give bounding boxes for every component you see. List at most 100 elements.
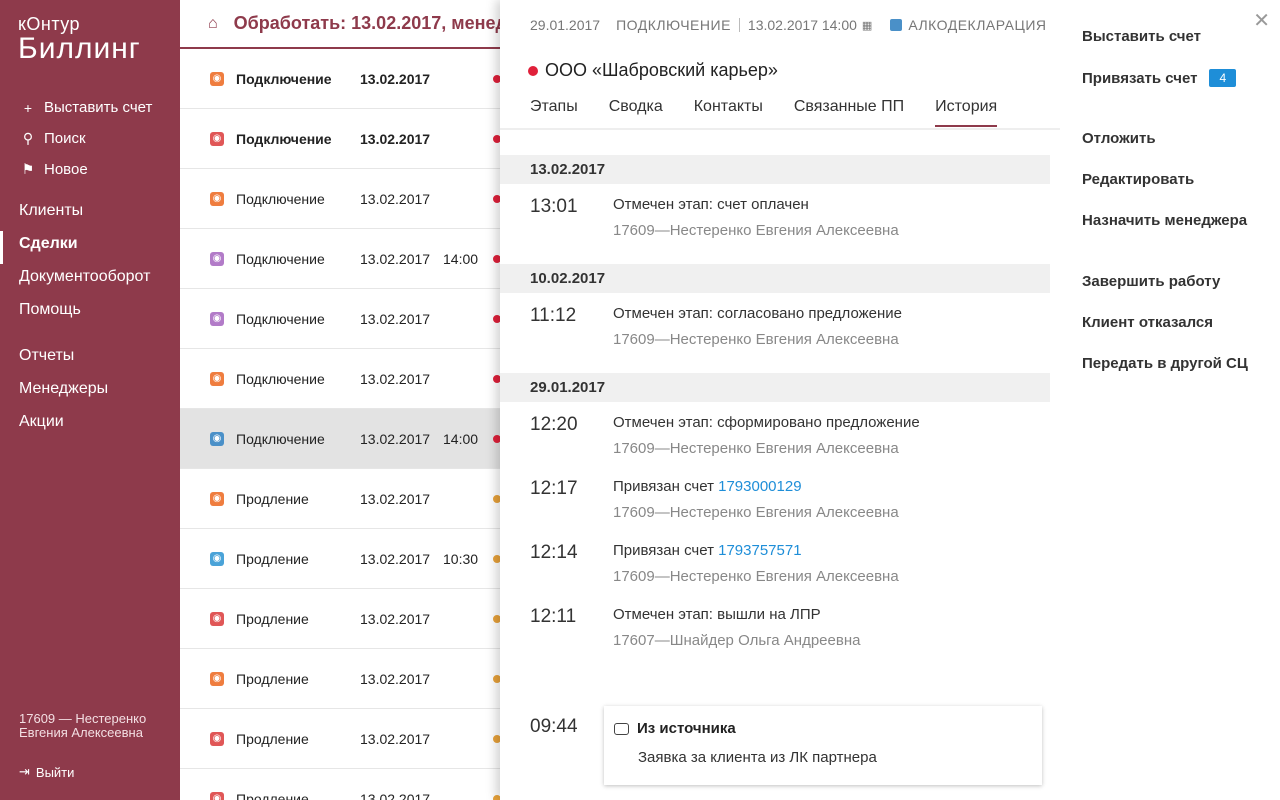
tab-3[interactable]: Связанные ПП <box>794 98 904 127</box>
sidebar-item[interactable]: Документооборот <box>0 264 180 297</box>
tab-4[interactable]: История <box>935 98 998 127</box>
deal-type: Подключение <box>236 70 332 87</box>
deal-row[interactable]: ◉ Подключение 13.02.2017 <box>180 109 500 169</box>
deal-type-icon: ◉ <box>210 791 224 800</box>
logout-label: Выйти <box>35 764 75 780</box>
deal-date: 13.02.2017 <box>360 250 431 267</box>
invoice-link[interactable]: 1793000129 <box>718 478 801 495</box>
deal-type: Продление <box>236 730 309 747</box>
sidebar-item[interactable]: Клиенты <box>0 198 180 231</box>
deal-type: Подключение <box>236 370 325 387</box>
action-label: Завершить работу <box>1082 273 1221 290</box>
deal-date: 13.02.2017 <box>360 490 431 507</box>
action-1[interactable]: Привязать счет 4 <box>1082 69 1237 87</box>
history-entry: 12:14 Привязан счет 1793757571 17609—Несте… <box>500 530 1060 594</box>
logo[interactable]: кОнтур Биллинг <box>18 14 141 65</box>
history-author: 17609—Нестеренко Евгения Алексеевна <box>613 568 899 585</box>
deal-row[interactable]: ◉ Подключение 13.02.2017 <box>180 169 500 229</box>
action-3[interactable]: Редактировать <box>1082 171 1194 188</box>
deal-row[interactable]: ◉ Продление 13.02.2017 <box>180 589 500 649</box>
deal-type: Продление <box>236 610 309 627</box>
history-text-label: Отмечен этап: вышли на ЛПР <box>613 606 821 623</box>
action-label: Отложить <box>1082 130 1156 147</box>
calendar-icon[interactable]: ▦ <box>862 19 872 32</box>
history-time: 12:17 <box>530 478 578 499</box>
action-5[interactable]: Завершить работу <box>1082 273 1220 290</box>
history-gap <box>500 248 1060 264</box>
deal-date: 13.02.2017 <box>360 610 431 627</box>
deal-row[interactable]: ◉ Продление 13.02.2017 10:30 <box>180 529 500 589</box>
sidebar: кОнтур Биллинг + Выставить счет ⚲ Поиск ⚑ Нов… <box>0 0 180 800</box>
action-6[interactable]: Клиент отказался <box>1082 314 1213 331</box>
action-label: Привязать счет <box>1082 69 1198 87</box>
deal-type-icon: ◉ <box>210 611 224 626</box>
history-time: 12:11 <box>530 606 577 627</box>
deal-date: 13.02.2017 <box>360 70 431 87</box>
deal-row[interactable]: ◉ Подключение 13.02.2017 <box>180 49 500 109</box>
deal-type: Продление <box>236 670 309 687</box>
history-text: Отмечен этап: вышли на ЛПР <box>613 606 821 623</box>
deal-row[interactable]: ◉ Продление 13.02.2017 <box>180 469 500 529</box>
source-card: Из источника Заявка за клиента из ЛК пар… <box>604 706 1042 785</box>
action-label: Передать в другой СЦ <box>1082 355 1248 372</box>
sidebar-action-flag[interactable]: ⚑ Новое <box>20 154 152 185</box>
deal-row[interactable]: ◉ Продление 13.02.2017 <box>180 709 500 769</box>
history-entry: 11:12 Отмечен этап: согласовано предложен… <box>500 293 1060 357</box>
deal-status-dot <box>493 554 500 563</box>
action-7[interactable]: Передать в другой СЦ <box>1082 355 1248 372</box>
sidebar-action-label: Новое <box>44 161 88 178</box>
source-title-label: Из источника <box>637 720 736 737</box>
deal-type-icon: ◉ <box>210 251 224 266</box>
tab-2[interactable]: Контакты <box>694 98 763 127</box>
deal-row[interactable]: ◉ Подключение 13.02.2017 14:00 <box>180 409 500 469</box>
deal-type: Подключение <box>236 190 325 207</box>
action-0[interactable]: Выставить счет <box>1082 28 1201 45</box>
sidebar-action-plus[interactable]: + Выставить счет <box>20 92 153 123</box>
list-header: ⌂ Обработать: 13.02.2017, менеджер <box>180 0 500 49</box>
tab-1[interactable]: Сводка <box>609 98 663 127</box>
deal-type-icon: ◉ <box>210 551 224 566</box>
product-icon <box>890 19 903 31</box>
history-text: Привязан счет 1793000129 <box>613 478 802 495</box>
deal-row[interactable]: ◉ Подключение 13.02.2017 <box>180 349 500 409</box>
sidebar-item[interactable]: Менеджеры <box>0 376 180 409</box>
deal-status-dot <box>493 494 500 503</box>
deal-type-icon: ◉ <box>210 671 224 686</box>
tab-0[interactable]: Этапы <box>530 98 578 127</box>
invoice-link[interactable]: 1793757571 <box>718 542 801 559</box>
deal-date: 13.02.2017 <box>360 670 431 687</box>
deal-status-dot <box>493 314 500 323</box>
deal-status-dot <box>493 374 500 383</box>
history-text-label: Привязан счет <box>613 542 719 559</box>
sidebar-item[interactable]: Помощь <box>0 297 180 330</box>
close-icon[interactable]: ✕ <box>1253 8 1270 33</box>
action-2[interactable]: Отложить <box>1082 130 1156 147</box>
sidebar-nav: Клиенты Сделки Документооборот Помощь Отчеты… <box>0 198 180 442</box>
deal-row[interactable]: ◉ Подключение 13.02.2017 14:00 <box>180 229 500 289</box>
deal-row[interactable]: ◉ Продление 13.02.2017 <box>180 649 500 709</box>
logout-link[interactable]: ⇥ Выйти <box>19 764 74 780</box>
history-time: 12:14 <box>530 542 578 563</box>
deal-type: Подключение <box>236 310 325 327</box>
flag-icon: ⚑ <box>21 161 35 177</box>
history-text: Отмечен этап: счет оплачен <box>613 196 809 213</box>
deal-status-dot <box>493 194 500 203</box>
history-text-label: Привязан счет <box>613 478 719 495</box>
deal-status-dot <box>493 734 500 743</box>
sidebar-item[interactable]: Отчеты <box>0 343 180 376</box>
deal-status-dot <box>493 674 500 683</box>
home-icon[interactable]: ⌂ <box>208 15 218 33</box>
deal-time: 14:00 <box>443 250 479 267</box>
history-entry: 12:17 Привязан счет 1793000129 17609—Несте… <box>500 466 1060 530</box>
sidebar-action-label: Поиск <box>44 130 86 147</box>
logo-product: Биллинг <box>18 32 141 65</box>
sidebar-item[interactable]: Акции <box>0 409 180 442</box>
action-4[interactable]: Назначить менеджера <box>1082 212 1247 229</box>
sidebar-item[interactable]: Сделки <box>0 231 180 264</box>
sidebar-action-search[interactable]: ⚲ Поиск <box>20 123 152 154</box>
deal-row[interactable]: ◉ Продление 13.02.2017 <box>180 769 500 800</box>
deal-row[interactable]: ◉ Подключение 13.02.2017 <box>180 289 500 349</box>
invoice-count-badge: 4 <box>1209 69 1237 87</box>
deal-kind: Подключение <box>616 17 731 33</box>
